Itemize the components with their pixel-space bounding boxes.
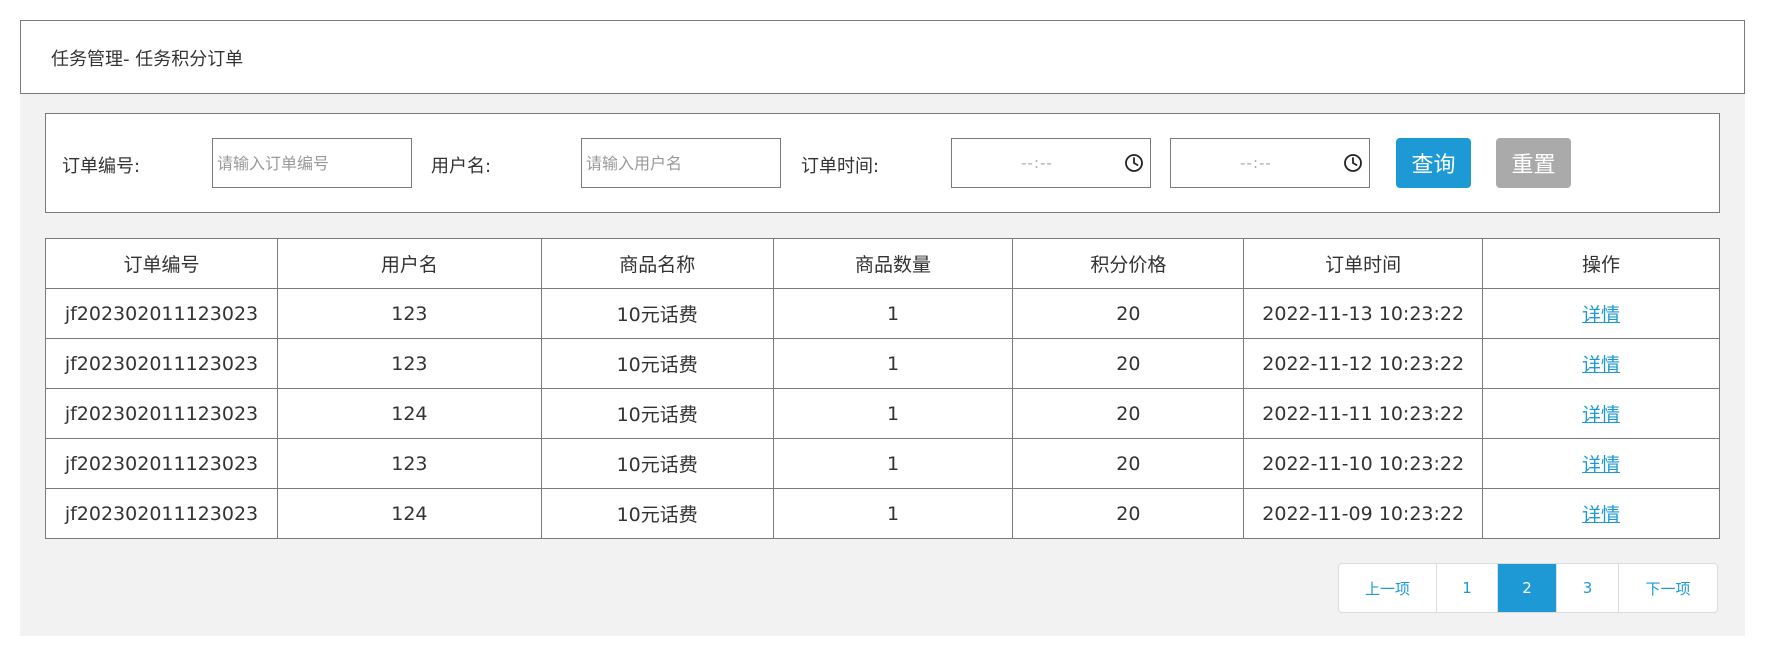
quantity-cell: 1 <box>772 438 1014 489</box>
quantity-cell: 1 <box>772 388 1014 439</box>
product-name-cell: 10元话费 <box>540 488 774 539</box>
time-start-value: --:-- <box>1021 154 1053 172</box>
product-name-cell: 10元话费 <box>540 288 774 339</box>
order-no-cell: jf202302011123023 <box>45 438 278 489</box>
query-button[interactable]: 查询 <box>1396 138 1471 188</box>
order-no-cell: jf202302011123023 <box>45 488 278 539</box>
points-price-cell: 20 <box>1012 338 1245 389</box>
order-no-label: 订单编号: <box>62 156 141 177</box>
username-input[interactable] <box>581 138 781 188</box>
order-no-input[interactable] <box>212 138 412 188</box>
time-end-input[interactable]: --:-- <box>1170 138 1370 188</box>
points-price-cell: 20 <box>1012 288 1245 339</box>
col-header-product-name: 商品名称 <box>540 238 774 289</box>
page-header: 任务管理- 任务积分订单 <box>20 20 1745 94</box>
actions-cell: 详情 <box>1482 388 1720 439</box>
next-page-button[interactable]: 下一项 <box>1619 564 1717 612</box>
quantity-cell: 1 <box>772 488 1014 539</box>
actions-cell: 详情 <box>1482 438 1720 489</box>
detail-link[interactable]: 详情 <box>1582 404 1620 426</box>
order-time-label: 订单时间: <box>801 156 880 177</box>
col-header-order-no: 订单编号 <box>45 238 278 289</box>
order-time-cell: 2022-11-11 10:23:22 <box>1243 388 1484 439</box>
product-name-cell: 10元话费 <box>540 438 774 489</box>
clock-icon[interactable] <box>1343 153 1363 173</box>
page-title: 任务管理- 任务积分订单 <box>51 49 244 70</box>
time-start-input[interactable]: --:-- <box>951 138 1151 188</box>
order-time-cell: 2022-11-10 10:23:22 <box>1243 438 1484 489</box>
product-name-cell: 10元话费 <box>540 388 774 439</box>
points-price-cell: 20 <box>1012 438 1245 489</box>
quantity-cell: 1 <box>772 288 1014 339</box>
username-label: 用户名: <box>431 156 492 177</box>
username-cell: 124 <box>276 388 542 439</box>
detail-link[interactable]: 详情 <box>1582 354 1620 376</box>
username-cell: 123 <box>276 438 542 489</box>
order-no-cell: jf202302011123023 <box>45 338 278 389</box>
reset-button[interactable]: 重置 <box>1496 138 1571 188</box>
order-no-cell: jf202302011123023 <box>45 288 278 339</box>
product-name-cell: 10元话费 <box>540 338 774 389</box>
main-content: 订单编号: 用户名: 订单时间: --:-- --:-- 查询 重置 <box>20 94 1745 636</box>
order-time-cell: 2022-11-12 10:23:22 <box>1243 338 1484 389</box>
col-header-actions: 操作 <box>1482 238 1720 289</box>
prev-page-button[interactable]: 上一项 <box>1339 564 1437 612</box>
points-price-cell: 20 <box>1012 488 1245 539</box>
order-time-cell: 2022-11-09 10:23:22 <box>1243 488 1484 539</box>
points-price-cell: 20 <box>1012 388 1245 439</box>
page-button-1[interactable]: 1 <box>1437 564 1498 612</box>
page-button-3[interactable]: 3 <box>1557 564 1619 612</box>
order-time-cell: 2022-11-13 10:23:22 <box>1243 288 1484 339</box>
actions-cell: 详情 <box>1482 288 1720 339</box>
col-header-quantity: 商品数量 <box>772 238 1014 289</box>
col-header-order-time: 订单时间 <box>1243 238 1484 289</box>
username-cell: 124 <box>276 488 542 539</box>
table-row: jf202302011123023 124 10元话费 1 20 2022-11… <box>45 388 1720 439</box>
col-header-points-price: 积分价格 <box>1012 238 1245 289</box>
filter-panel: 订单编号: 用户名: 订单时间: --:-- --:-- 查询 重置 <box>45 113 1720 213</box>
table-header-row: 订单编号 用户名 商品名称 商品数量 积分价格 订单时间 操作 <box>45 238 1720 289</box>
orders-table: 订单编号 用户名 商品名称 商品数量 积分价格 订单时间 操作 jf202302… <box>45 238 1720 539</box>
table-row: jf202302011123023 123 10元话费 1 20 2022-11… <box>45 338 1720 389</box>
time-end-value: --:-- <box>1240 154 1272 172</box>
username-cell: 123 <box>276 288 542 339</box>
detail-link[interactable]: 详情 <box>1582 304 1620 326</box>
pagination: 上一项 1 2 3 下一项 <box>1338 563 1718 613</box>
detail-link[interactable]: 详情 <box>1582 454 1620 476</box>
table-row: jf202302011123023 123 10元话费 1 20 2022-11… <box>45 288 1720 339</box>
table-row: jf202302011123023 124 10元话费 1 20 2022-11… <box>45 488 1720 539</box>
col-header-username: 用户名 <box>276 238 542 289</box>
actions-cell: 详情 <box>1482 488 1720 539</box>
quantity-cell: 1 <box>772 338 1014 389</box>
detail-link[interactable]: 详情 <box>1582 504 1620 526</box>
actions-cell: 详情 <box>1482 338 1720 389</box>
username-cell: 123 <box>276 338 542 389</box>
table-row: jf202302011123023 123 10元话费 1 20 2022-11… <box>45 438 1720 489</box>
clock-icon[interactable] <box>1124 153 1144 173</box>
order-no-cell: jf202302011123023 <box>45 388 278 439</box>
page-button-2[interactable]: 2 <box>1498 564 1557 612</box>
